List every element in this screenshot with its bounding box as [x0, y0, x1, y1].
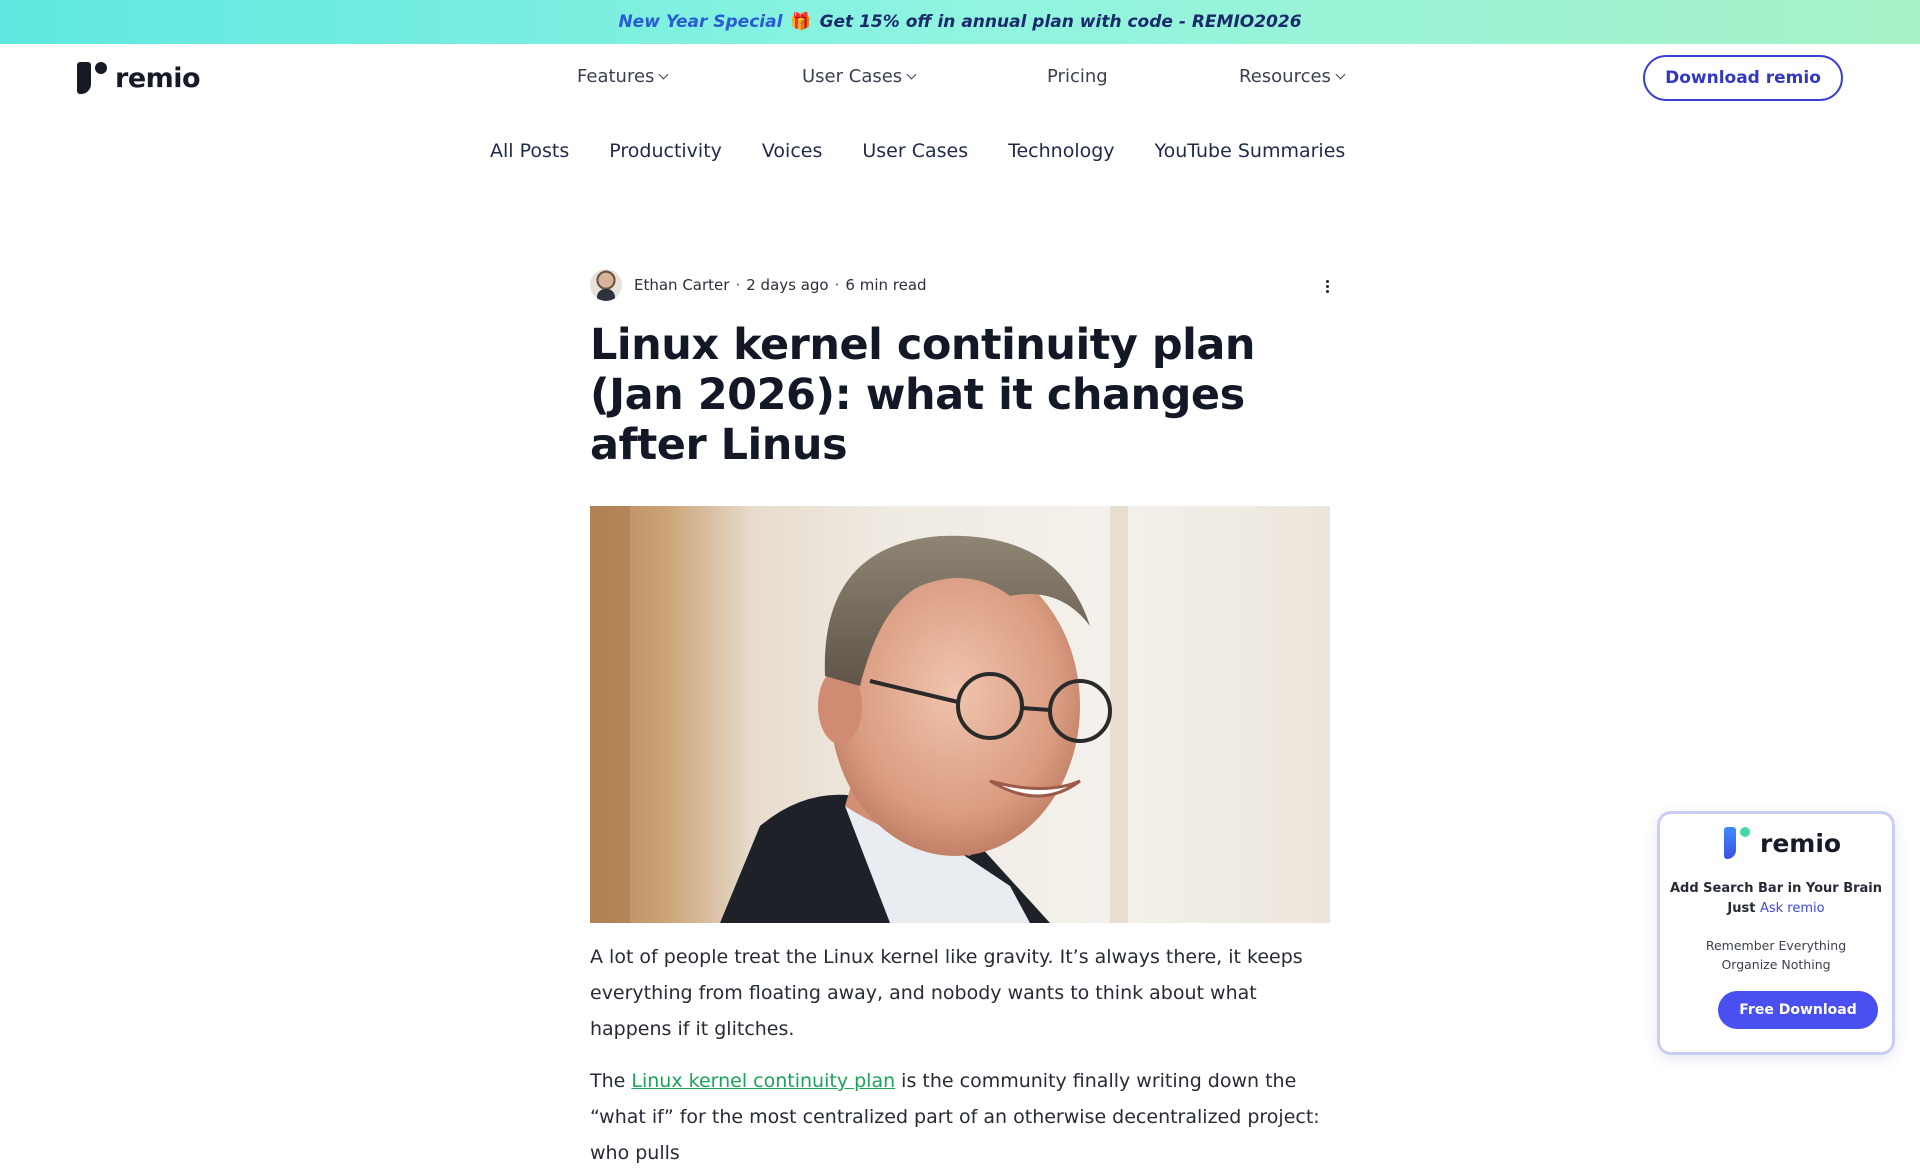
widget-tagline: Remember Everything Organize Nothing [1660, 936, 1892, 974]
post-meta: Ethan Carter · 2 days ago · 6 min read [590, 268, 1330, 302]
category-productivity[interactable]: Productivity [609, 140, 722, 166]
widget-headline-line: Add Search Bar in Your Brain [1669, 881, 1883, 896]
free-download-button[interactable]: Free Download [1718, 991, 1878, 1029]
main-nav: Features User Cases Pricing Resources [0, 66, 1920, 90]
more-options-icon[interactable] [1324, 280, 1330, 296]
remio-logo-icon [1724, 827, 1752, 859]
remio-download-widget: remio Add Search Bar in Your Brain Just … [1657, 811, 1895, 1055]
blog-category-nav: All Posts Productivity Voices User Cases… [490, 140, 1385, 166]
gift-icon: 🎁 [790, 12, 812, 32]
widget-logo-text: remio [1760, 828, 1842, 858]
widget-tagline-line1: Remember Everything [1705, 938, 1847, 953]
widget-tagline-line2: Organize Nothing [1721, 957, 1831, 972]
article-paragraph: A lot of people treat the Linux kernel l… [590, 946, 1303, 1040]
category-user-cases[interactable]: User Cases [862, 140, 968, 166]
portrait-illustration [590, 506, 1128, 923]
promo-banner[interactable]: New Year Special 🎁 Get 15% off in annual… [0, 0, 1920, 44]
category-youtube-summaries[interactable]: YouTube Summaries [1155, 140, 1346, 166]
nav-user-cases-label: User Cases [802, 66, 903, 87]
nav-features-label: Features [577, 66, 655, 87]
post-date: 2 days ago [746, 276, 829, 294]
promo-message: Get 15% off in annual plan with code - R… [819, 12, 1302, 32]
widget-headline-line2: Just Ask remio [1660, 899, 1892, 919]
nav-resources-label: Resources [1239, 66, 1331, 87]
read-time: 6 min read [845, 276, 927, 294]
nav-pricing[interactable]: Pricing [1047, 66, 1108, 87]
meta-separator: · [834, 276, 840, 294]
widget-logo: remio [1724, 827, 1841, 859]
download-remio-button[interactable]: Download remio [1643, 55, 1843, 101]
site-header: remio Features User Cases Pricing Resour… [0, 44, 1920, 110]
chevron-down-icon [658, 69, 669, 80]
nav-pricing-label: Pricing [1047, 66, 1108, 87]
category-all-posts[interactable]: All Posts [490, 140, 569, 166]
widget-just: Just [1727, 901, 1756, 916]
blog-article: Ethan Carter · 2 days ago · 6 min read L… [590, 268, 1330, 1171]
continuity-plan-link[interactable]: Linux kernel continuity plan [631, 1070, 895, 1092]
meta-separator: · [735, 276, 741, 294]
nav-resources[interactable]: Resources [1239, 66, 1346, 87]
article-paragraph: The Linux kernel continuity plan is the … [590, 1063, 1330, 1171]
category-voices[interactable]: Voices [762, 140, 822, 166]
chevron-down-icon [1335, 69, 1346, 80]
article-title: Linux kernel continuity plan (Jan 2026):… [590, 320, 1255, 470]
article-hero-image [590, 506, 1330, 923]
author-avatar[interactable] [590, 269, 622, 301]
author-name[interactable]: Ethan Carter [634, 276, 729, 294]
nav-features[interactable]: Features [577, 66, 669, 87]
chevron-down-icon [906, 69, 917, 80]
promo-highlight: New Year Special [618, 12, 783, 32]
widget-headline: Add Search Bar in Your Brain Just Ask re… [1660, 879, 1892, 919]
paragraph-text: The [590, 1070, 632, 1092]
category-technology[interactable]: Technology [1008, 140, 1114, 166]
ask-remio-link[interactable]: Ask remio [1760, 901, 1825, 916]
nav-user-cases[interactable]: User Cases [802, 66, 917, 87]
